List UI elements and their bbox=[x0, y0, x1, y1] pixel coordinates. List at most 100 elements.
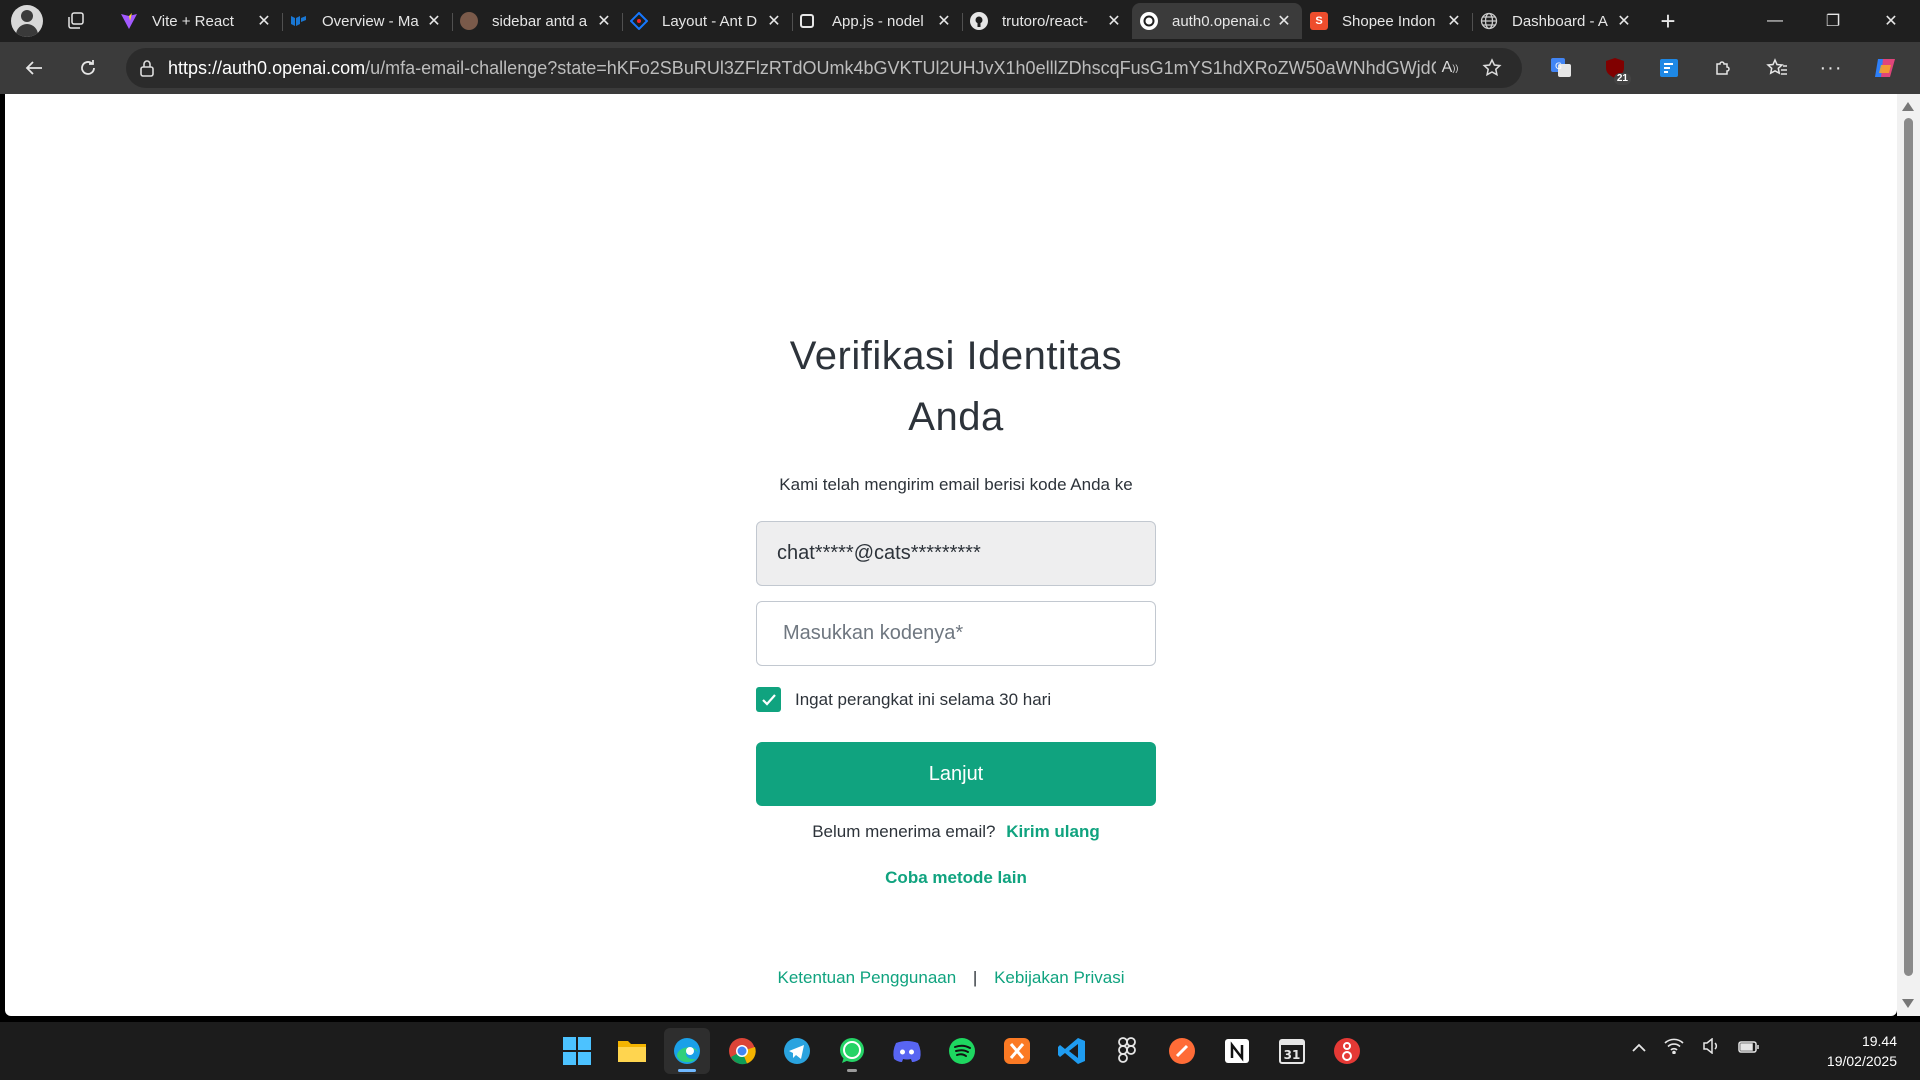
tab-dashboard[interactable]: Dashboard - A ✕ bbox=[1472, 3, 1642, 39]
close-icon[interactable]: ✕ bbox=[1104, 11, 1124, 31]
workspaces-icon[interactable] bbox=[56, 5, 96, 37]
favorites-icon[interactable] bbox=[1750, 42, 1804, 94]
refresh-button[interactable] bbox=[67, 47, 109, 89]
close-icon[interactable]: ✕ bbox=[1614, 11, 1634, 31]
windows-taskbar: 31 19.44 19/02/2025 bbox=[0, 1022, 1920, 1080]
tab-title: trutoro/react- bbox=[1002, 12, 1088, 30]
translate-extension-icon[interactable]: G bbox=[1534, 42, 1588, 94]
tab-title: Layout - Ant D bbox=[662, 12, 758, 30]
calendar-icon[interactable]: 31 bbox=[1269, 1028, 1315, 1074]
extensions-puzzle-icon[interactable] bbox=[1696, 42, 1750, 94]
openai-icon bbox=[1140, 12, 1158, 30]
telegram-icon[interactable] bbox=[774, 1028, 820, 1074]
window-controls: — ❐ ✕ bbox=[1746, 0, 1920, 42]
tab-title: Overview - Ma bbox=[322, 12, 419, 30]
close-icon[interactable]: ✕ bbox=[424, 11, 444, 31]
edge-icon[interactable] bbox=[664, 1028, 710, 1074]
file-explorer-icon[interactable] bbox=[609, 1028, 655, 1074]
globe-icon bbox=[1480, 12, 1498, 30]
github-icon bbox=[970, 12, 988, 30]
code-input[interactable] bbox=[757, 602, 1155, 665]
clock-time: 19.44 bbox=[1861, 1033, 1897, 1049]
tab-github-repo[interactable]: trutoro/react- ✕ bbox=[962, 3, 1132, 39]
discord-icon[interactable] bbox=[884, 1028, 930, 1074]
read-aloud-icon[interactable]: A)) bbox=[1436, 54, 1464, 82]
more-menu-icon[interactable]: ··· bbox=[1804, 42, 1858, 94]
url-text[interactable]: https://auth0.openai.com/u/mfa-email-cha… bbox=[168, 58, 1436, 79]
tab-title: Dashboard - A bbox=[1512, 12, 1608, 30]
favorite-star-icon[interactable] bbox=[1478, 54, 1506, 82]
tab-vite-react[interactable]: Vite + React ✕ bbox=[112, 3, 282, 39]
ublock-extension-icon[interactable]: 21 bbox=[1588, 42, 1642, 94]
close-icon[interactable]: ✕ bbox=[934, 11, 954, 31]
tab-layout-antd[interactable]: Layout - Ant D ✕ bbox=[622, 3, 792, 39]
system-clock[interactable]: 19.44 19/02/2025 bbox=[1827, 1031, 1897, 1071]
windows-start-icon[interactable] bbox=[554, 1028, 600, 1074]
close-icon[interactable]: ✕ bbox=[254, 11, 274, 31]
copilot-icon[interactable] bbox=[1858, 42, 1912, 94]
tab-title: Vite + React bbox=[152, 12, 234, 30]
active-indicator bbox=[678, 1069, 696, 1072]
battery-icon[interactable] bbox=[1738, 1040, 1760, 1058]
close-icon[interactable]: ✕ bbox=[764, 11, 784, 31]
extension-badge: 21 bbox=[1613, 73, 1631, 85]
avatar-favicon bbox=[460, 12, 478, 30]
xampp-icon[interactable] bbox=[994, 1028, 1040, 1074]
email-display-field: chat*****@cats********* bbox=[756, 521, 1156, 586]
calendar-day: 31 bbox=[1284, 1048, 1301, 1062]
vscode-icon[interactable] bbox=[1049, 1028, 1095, 1074]
remember-device-row[interactable]: Ingat perangkat ini selama 30 hari bbox=[756, 687, 1156, 712]
figma-icon[interactable] bbox=[1104, 1028, 1150, 1074]
remember-device-checkbox[interactable] bbox=[756, 687, 781, 712]
resend-link[interactable]: Kirim ulang bbox=[1006, 822, 1100, 841]
spotify-icon[interactable] bbox=[939, 1028, 985, 1074]
close-icon[interactable]: ✕ bbox=[1274, 11, 1294, 31]
continue-button[interactable]: Lanjut bbox=[756, 742, 1156, 806]
close-icon[interactable]: ✕ bbox=[594, 11, 614, 31]
back-button[interactable] bbox=[13, 47, 55, 89]
postman-icon[interactable] bbox=[1159, 1028, 1205, 1074]
tab-auth0-openai[interactable]: auth0.openai.c ✕ bbox=[1132, 3, 1302, 39]
svg-text:G: G bbox=[1555, 62, 1562, 72]
extensions-toolbar: G 21 ··· bbox=[1534, 42, 1912, 94]
restore-button[interactable]: ❐ bbox=[1804, 0, 1862, 42]
tab-title: auth0.openai.c bbox=[1172, 12, 1271, 30]
lock-icon[interactable] bbox=[126, 59, 168, 77]
mui-icon bbox=[290, 12, 308, 30]
close-icon[interactable]: ✕ bbox=[1444, 11, 1464, 31]
show-hidden-icons-chevron-icon[interactable] bbox=[1632, 1040, 1646, 1058]
whatsapp-icon[interactable] bbox=[829, 1028, 875, 1074]
scrollbar-thumb[interactable] bbox=[1904, 118, 1913, 976]
scroll-down-arrow[interactable] bbox=[1902, 999, 1914, 1008]
new-tab-button[interactable]: + bbox=[1648, 3, 1688, 39]
tab-overview[interactable]: Overview - Ma ✕ bbox=[282, 3, 452, 39]
tab-title: sidebar antd a bbox=[492, 12, 588, 30]
page-subtitle: Kami telah mengirim email berisi kode An… bbox=[779, 475, 1133, 494]
page-footer: Ketentuan Penggunaan | Kebijakan Privasi bbox=[5, 968, 1897, 988]
notion-icon[interactable] bbox=[1214, 1028, 1260, 1074]
address-bar[interactable]: https://auth0.openai.com/u/mfa-email-cha… bbox=[126, 48, 1522, 88]
volume-icon[interactable] bbox=[1702, 1037, 1720, 1059]
url-host: https://auth0.openai.com bbox=[168, 57, 366, 78]
vertical-scrollbar[interactable] bbox=[1897, 94, 1920, 1016]
close-window-button[interactable]: ✕ bbox=[1862, 0, 1920, 42]
profile-avatar[interactable] bbox=[11, 5, 43, 37]
extension-blue-icon[interactable] bbox=[1642, 42, 1696, 94]
resend-prompt: Belum menerima email? bbox=[812, 822, 996, 841]
wifi-icon[interactable] bbox=[1664, 1038, 1684, 1059]
mfa-card: Verifikasi Identitas Anda Kami telah men… bbox=[756, 326, 1156, 888]
browser-toolbar: https://auth0.openai.com/u/mfa-email-cha… bbox=[0, 42, 1920, 94]
tab-appjs[interactable]: App.js - nodel ✕ bbox=[792, 3, 962, 39]
minimize-button[interactable]: — bbox=[1746, 0, 1804, 42]
try-another-method-link[interactable]: Coba metode lain bbox=[885, 868, 1027, 887]
git-client-icon[interactable] bbox=[1324, 1028, 1370, 1074]
scroll-up-arrow[interactable] bbox=[1902, 102, 1914, 111]
privacy-link[interactable]: Kebijakan Privasi bbox=[994, 968, 1124, 987]
tab-shopee[interactable]: S Shopee Indon ✕ bbox=[1302, 3, 1472, 39]
tab-title: Shopee Indon bbox=[1342, 12, 1436, 30]
terms-link[interactable]: Ketentuan Penggunaan bbox=[778, 968, 957, 987]
browser-tab-strip: Vite + React ✕ Overview - Ma ✕ sidebar a… bbox=[0, 0, 1920, 42]
antd-icon bbox=[630, 12, 648, 30]
chrome-icon[interactable] bbox=[719, 1028, 765, 1074]
tab-sidebar-antd[interactable]: sidebar antd a ✕ bbox=[452, 3, 622, 39]
